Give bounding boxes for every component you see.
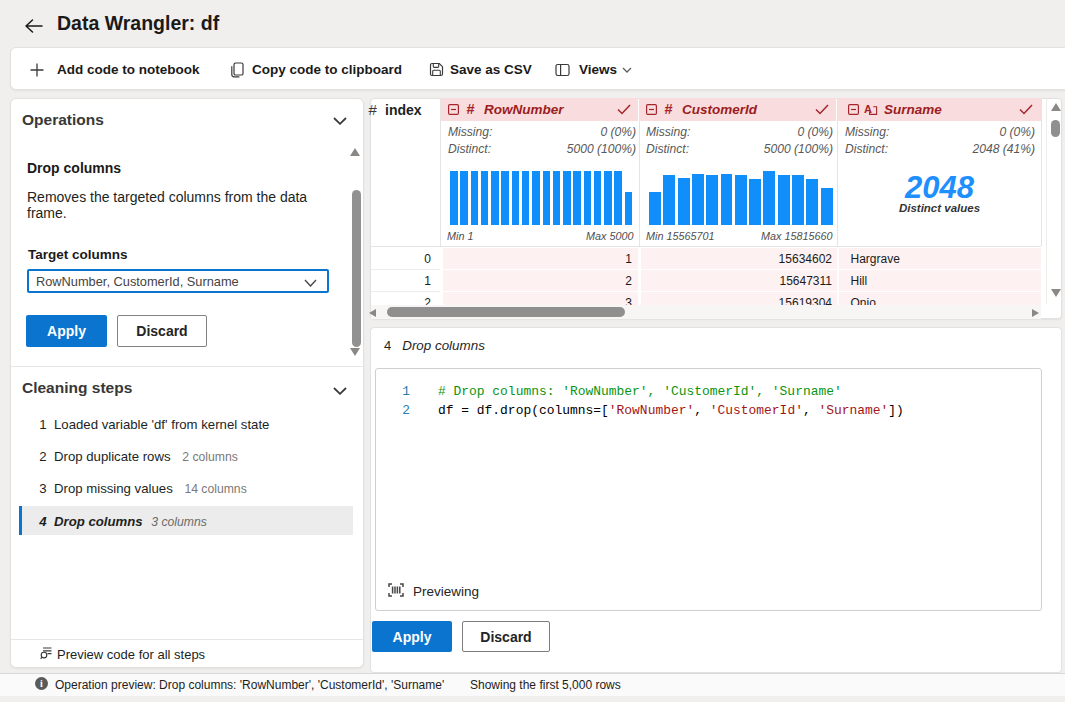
svg-text:A: A (864, 103, 872, 115)
